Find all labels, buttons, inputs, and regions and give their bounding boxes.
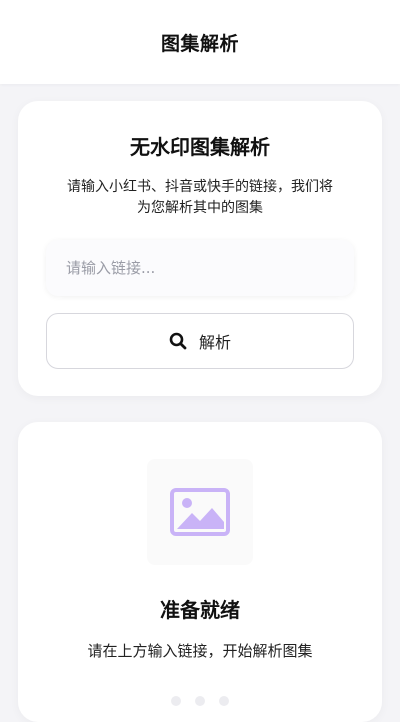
parse-card: 无水印图集解析 请输入小红书、抖音或快手的链接，我们将 为您解析其中的图集 解析: [18, 101, 382, 396]
description-line-2: 为您解析其中的图集: [137, 200, 263, 216]
dot: [195, 696, 205, 706]
top-nav-bar: 图集解析: [0, 0, 400, 84]
dot: [219, 696, 229, 706]
loading-dots: [18, 696, 382, 706]
link-input[interactable]: [46, 240, 354, 296]
parse-button-label: 解析: [198, 333, 231, 352]
search-icon: [169, 332, 187, 350]
empty-state-description: 请在上方输入链接，开始解析图集: [87, 642, 313, 660]
parse-button[interactable]: 解析: [46, 313, 354, 369]
empty-state-card: 准备就绪 请在上方输入链接，开始解析图集: [18, 422, 382, 722]
image-placeholder: [147, 459, 253, 565]
description-line-1: 请输入小红书、抖音或快手的链接，我们将: [67, 179, 333, 195]
empty-state-title: 准备就绪: [160, 598, 240, 622]
page-title: 图集解析: [160, 32, 239, 55]
image-placeholder-icon: [170, 488, 230, 536]
parse-card-title: 无水印图集解析: [130, 135, 270, 159]
parse-card-description: 请输入小红书、抖音或快手的链接，我们将 为您解析其中的图集: [50, 177, 350, 219]
dot: [171, 696, 181, 706]
